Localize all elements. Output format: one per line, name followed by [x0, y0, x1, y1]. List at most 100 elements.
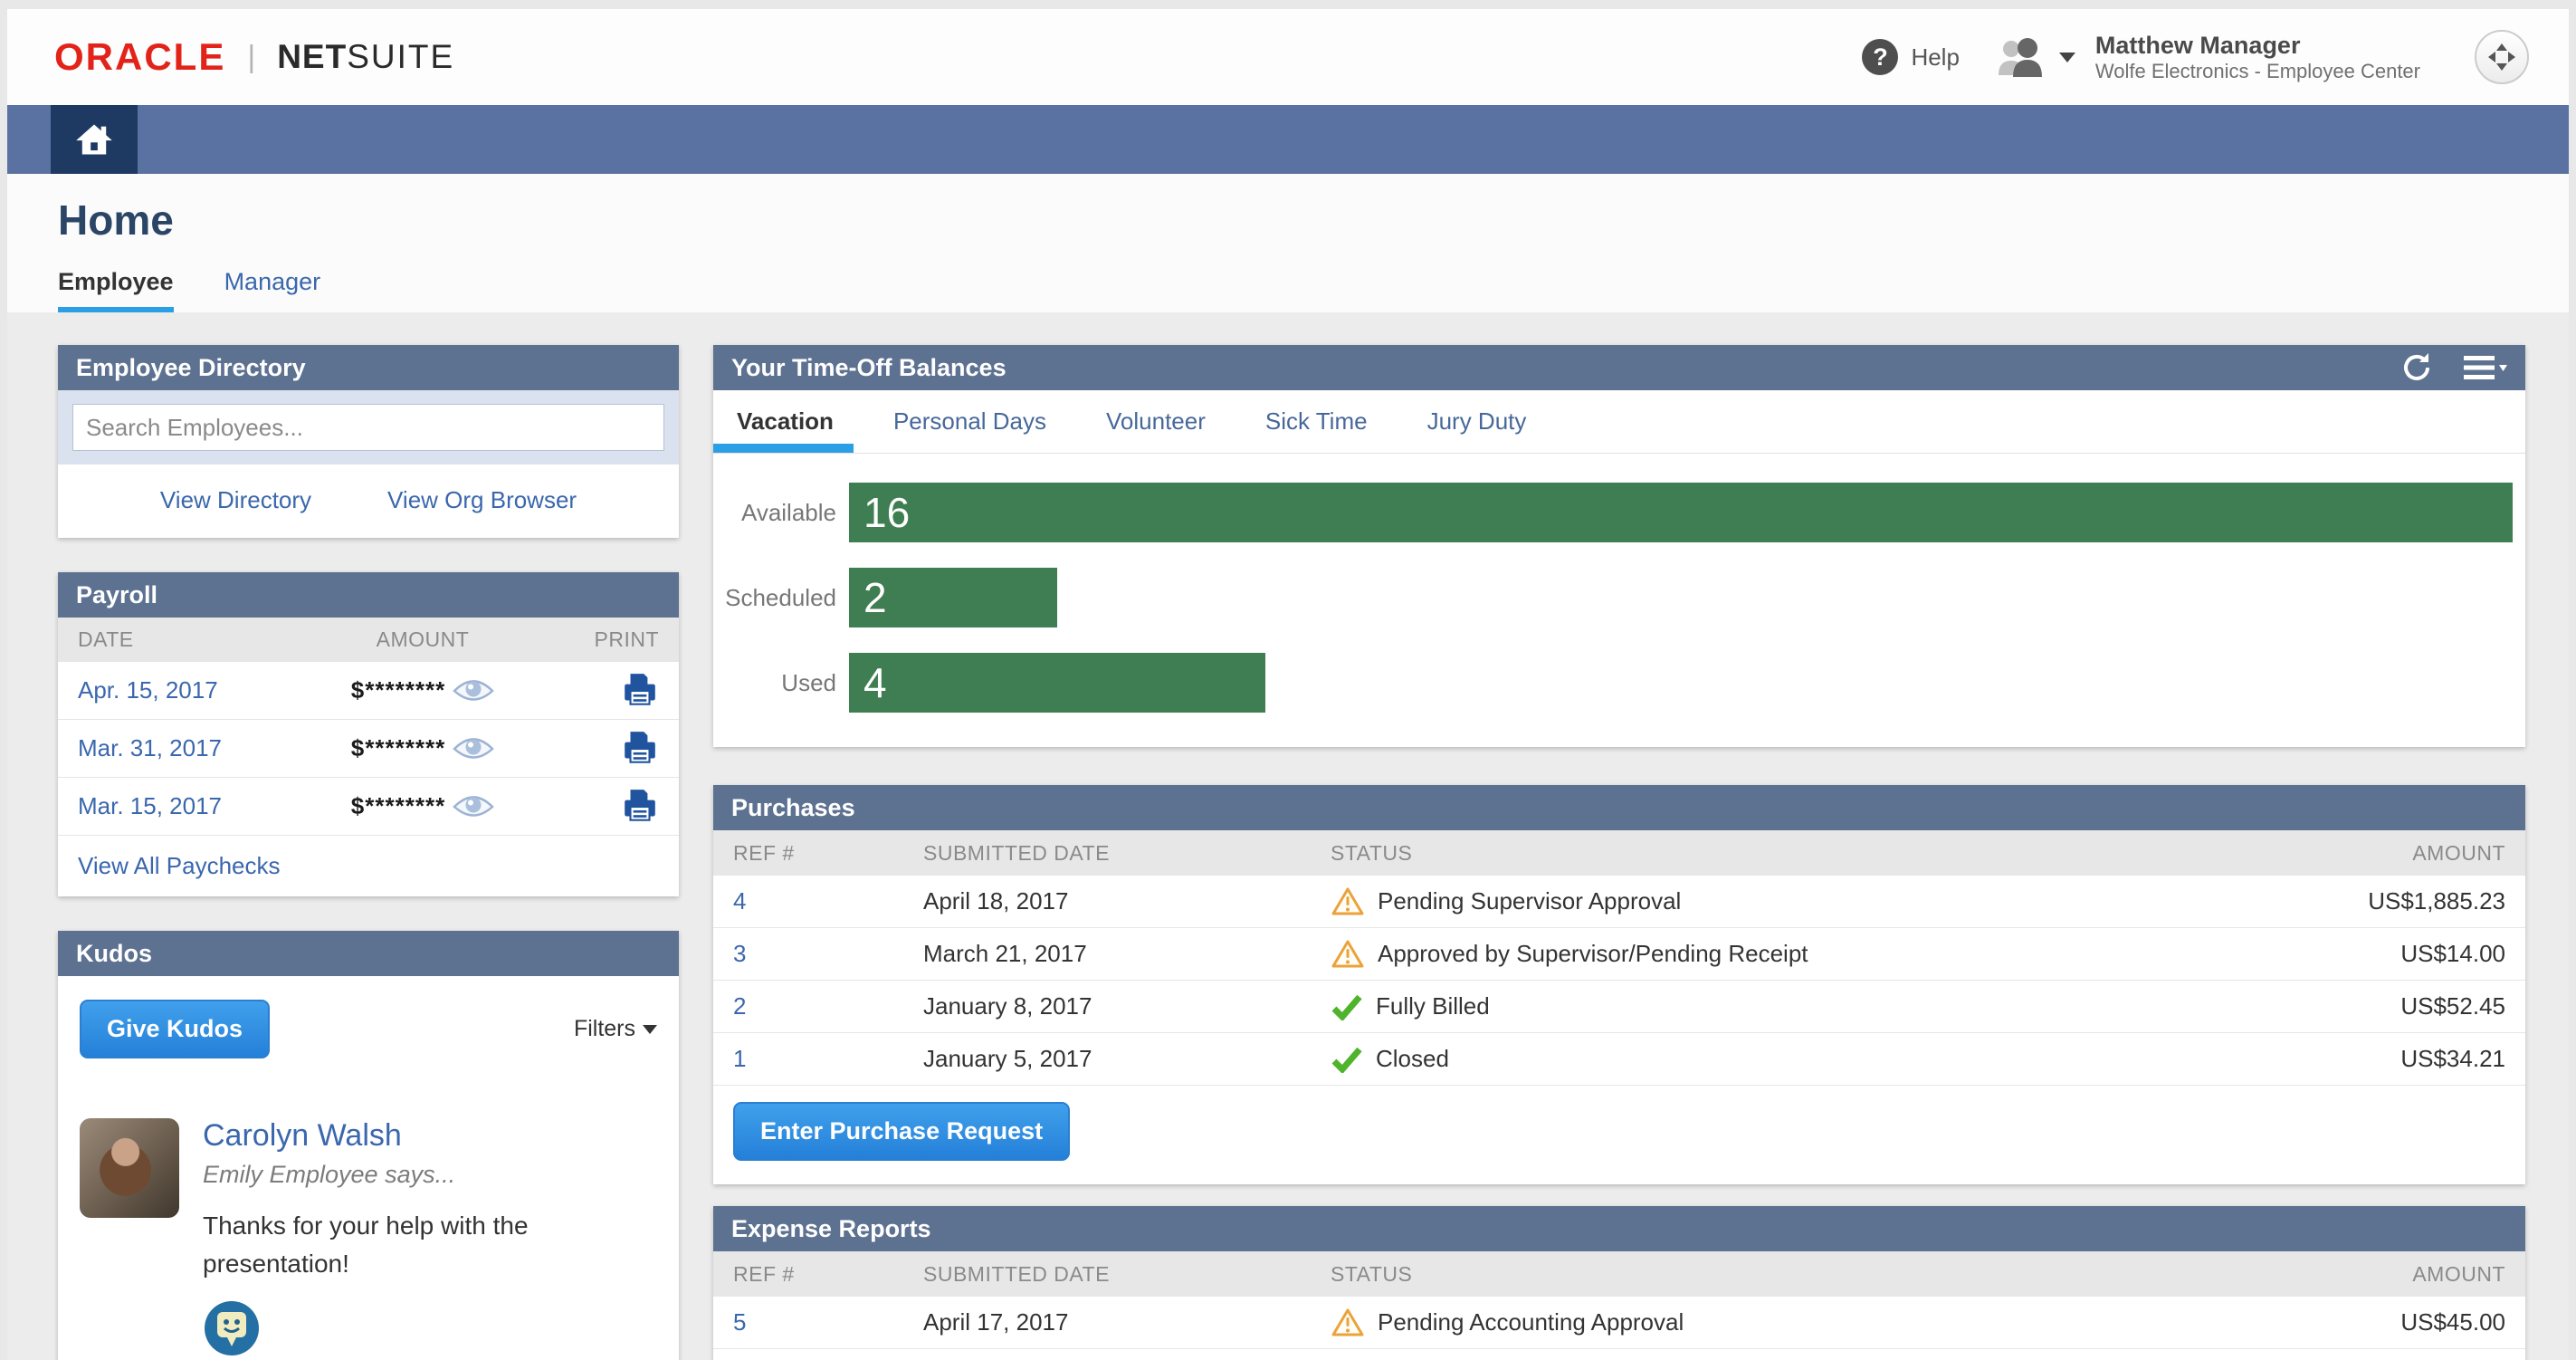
user-role: Wolfe Electronics - Employee Center	[2095, 60, 2420, 83]
user-info: Matthew Manager Wolfe Electronics - Empl…	[2095, 31, 2420, 83]
col-ref: REF #	[733, 1262, 923, 1287]
chart-category-label: Used	[713, 669, 849, 697]
masked-amount: $********	[351, 676, 445, 704]
expand-arrows-icon	[2484, 39, 2520, 75]
give-kudos-button[interactable]: Give Kudos	[80, 1000, 270, 1058]
expense-reports-title: Expense Reports	[731, 1215, 931, 1243]
time-off-title: Your Time-Off Balances	[731, 354, 1007, 382]
paycheck-amount: $********	[295, 792, 550, 821]
help-icon[interactable]: ?	[1862, 39, 1898, 75]
ref-link[interactable]: 4	[733, 887, 923, 915]
col-status: STATUS	[1331, 841, 2252, 866]
payroll-row: Mar. 15, 2017 $********	[58, 777, 679, 835]
chart-bar-used: 4	[849, 653, 1265, 713]
expense-reports-header: Expense Reports	[713, 1206, 2525, 1251]
time-off-tabs: Vacation Personal Days Volunteer Sick Ti…	[713, 390, 2525, 454]
submitted-date: April 18, 2017	[923, 887, 1331, 915]
view-all-paychecks-row: View All Paychecks	[58, 835, 679, 896]
chart-track: 16	[849, 483, 2525, 542]
purchases-title: Purchases	[731, 794, 855, 822]
table-row: 2 January 8, 2017 Fully Billed US$52.45	[713, 981, 2525, 1033]
ref-link[interactable]: 5	[733, 1308, 923, 1336]
status-cell: Pending Accounting Approval	[1331, 1307, 2252, 1338]
paycheck-date-link[interactable]: Mar. 15, 2017	[78, 792, 295, 820]
top-right-cluster: ? Help Matthew Manager Wolfe Electronics…	[1862, 30, 2529, 84]
table-row: 4 April 18, 2017 Pending Supervisor Appr…	[713, 876, 2525, 928]
expense-reports-panel: Expense Reports REF # SUBMITTED DATE STA…	[713, 1206, 2525, 1360]
submitted-date: April 17, 2017	[923, 1308, 1331, 1336]
time-off-panel: Your Time-Off Balances Vacation	[713, 345, 2525, 747]
view-all-paychecks-link[interactable]: View All Paychecks	[78, 852, 281, 879]
check-icon	[1331, 993, 1363, 1020]
search-employees-input[interactable]	[72, 404, 664, 451]
paycheck-date-link[interactable]: Mar. 31, 2017	[78, 734, 295, 762]
print-icon	[621, 672, 659, 710]
refresh-icon[interactable]	[2400, 351, 2433, 384]
status-cell: Fully Billed	[1331, 992, 2252, 1020]
ref-link[interactable]: 1	[733, 1045, 923, 1073]
payroll-row: Apr. 15, 2017 $********	[58, 661, 679, 719]
masked-amount: $********	[351, 792, 445, 820]
print-icon	[621, 788, 659, 826]
paycheck-date-link[interactable]: Apr. 15, 2017	[78, 676, 295, 704]
status-text: Approved by Supervisor/Pending Receipt	[1378, 940, 1808, 968]
payroll-header: Payroll	[58, 572, 679, 618]
ref-link[interactable]: 2	[733, 992, 923, 1020]
tab-employee[interactable]: Employee	[58, 268, 174, 315]
tab-sick-time[interactable]: Sick Time	[1265, 390, 1368, 453]
table-row: 5 April 17, 2017 Pending Accounting Appr…	[713, 1297, 2525, 1349]
chart-category-label: Available	[713, 499, 849, 527]
paycheck-amount: $********	[295, 676, 550, 705]
status-cell: Closed	[1331, 1045, 2252, 1073]
tab-vacation[interactable]: Vacation	[737, 390, 834, 453]
status-cell: Approved by Supervisor/Pending Receipt	[1331, 939, 2252, 970]
kudos-entry-content: Carolyn Walsh Emily Employee says... Tha…	[203, 1118, 601, 1360]
payroll-panel: Payroll DATE AMOUNT PRINT Apr. 15, 2017 …	[58, 572, 679, 896]
amount-cell: US$14.00	[2252, 940, 2505, 968]
chart-value: 16	[849, 488, 910, 537]
status-cell: Pending Supervisor Approval	[1331, 886, 2252, 917]
view-org-browser-link[interactable]: View Org Browser	[387, 486, 577, 514]
netsuite-logo-text-light: SUITE	[347, 38, 454, 76]
print-button[interactable]	[621, 730, 659, 768]
ref-link[interactable]: 3	[733, 940, 923, 968]
purchases-panel: Purchases REF # SUBMITTED DATE STATUS AM…	[713, 785, 2525, 1184]
eye-icon[interactable]	[453, 676, 494, 705]
table-row-partial	[713, 1349, 2525, 1360]
oracle-logo-text: ORACLE	[54, 35, 225, 79]
status-text: Pending Accounting Approval	[1378, 1308, 1684, 1336]
dashboard: Employee Directory View Directory View O…	[7, 312, 2569, 1360]
home-nav-tab[interactable]	[51, 105, 138, 174]
left-column: Employee Directory View Directory View O…	[58, 345, 679, 1360]
view-directory-link[interactable]: View Directory	[160, 486, 311, 514]
kudos-recipient-link[interactable]: Carolyn Walsh	[203, 1118, 601, 1154]
eye-icon[interactable]	[453, 734, 494, 763]
netsuite-logo-text-bold: NET	[277, 38, 347, 76]
page-tabs: Employee Manager	[58, 268, 2569, 315]
help-label[interactable]: Help	[1911, 43, 1959, 72]
print-button[interactable]	[621, 788, 659, 826]
chart-value: 4	[849, 658, 887, 707]
eye-icon[interactable]	[453, 792, 494, 821]
menu-icon[interactable]	[2464, 354, 2507, 381]
user-avatar-icon	[1996, 36, 2050, 78]
tab-personal-days[interactable]: Personal Days	[893, 390, 1046, 453]
print-icon	[621, 730, 659, 768]
filters-dropdown[interactable]: Filters	[574, 1016, 657, 1042]
kudos-smiley-icon	[203, 1299, 261, 1357]
amount-cell: US$34.21	[2252, 1045, 2505, 1073]
enter-purchase-request-button[interactable]: Enter Purchase Request	[733, 1102, 1070, 1161]
personalize-dashboard-button[interactable]	[2475, 30, 2529, 84]
chart-category-label: Scheduled	[713, 584, 849, 612]
print-button[interactable]	[621, 672, 659, 710]
tab-manager[interactable]: Manager	[224, 268, 321, 315]
caret-down-icon	[643, 1025, 657, 1034]
kudos-entry: Carolyn Walsh Emily Employee says... Tha…	[80, 1118, 657, 1360]
tab-jury-duty[interactable]: Jury Duty	[1427, 390, 1527, 453]
kudos-title: Kudos	[76, 940, 152, 968]
user-menu[interactable]	[1996, 36, 2075, 78]
kudos-body: Give Kudos Filters Carolyn Walsh Emily E…	[58, 976, 679, 1360]
help-icon-glyph: ?	[1873, 43, 1888, 72]
purchases-footer: Enter Purchase Request	[713, 1086, 2525, 1184]
tab-volunteer[interactable]: Volunteer	[1106, 390, 1206, 453]
